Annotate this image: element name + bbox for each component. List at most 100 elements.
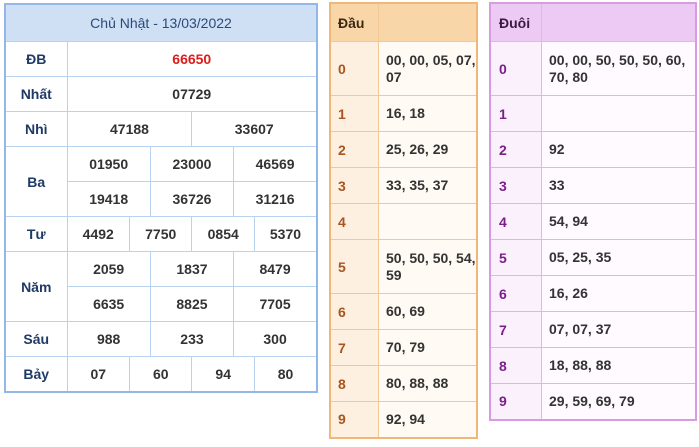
- duoi-row: 2 92: [489, 131, 697, 168]
- duoi-value: 92: [541, 131, 697, 168]
- dau-row: 6 60, 69: [329, 293, 478, 330]
- duoi-value: [541, 95, 697, 132]
- duoi-row: 3 33: [489, 167, 697, 204]
- duoi-value: 05, 25, 35: [541, 239, 697, 276]
- dau-table: Đầu 0 00, 00, 05, 07, 07 1 16, 18 2 25, 26,…: [329, 2, 478, 439]
- duoi-value: 16, 26: [541, 275, 697, 312]
- dau-value: 25, 26, 29: [378, 131, 478, 168]
- duoi-key: 9: [489, 383, 542, 420]
- prize-row-nhat: Nhất 07729: [4, 76, 318, 112]
- duoi-row: 9 29, 59, 69, 79: [489, 383, 697, 420]
- prize-value: 8825: [149, 286, 235, 322]
- duoi-key: 6: [489, 275, 542, 312]
- prize-value: 7750: [128, 216, 193, 252]
- prize-value: 300: [233, 321, 318, 357]
- prize-label: Bảy: [4, 356, 68, 392]
- duoi-row: 4 54, 94: [489, 203, 697, 240]
- prize-value: 36726: [149, 181, 235, 217]
- dau-key: 0: [329, 41, 379, 96]
- prize-value: 33607: [191, 111, 318, 147]
- dau-key: 5: [329, 239, 379, 294]
- prize-row-nhi: Nhì 47188 33607: [4, 111, 318, 147]
- dau-row: 1 16, 18: [329, 95, 478, 132]
- duoi-key: 4: [489, 203, 542, 240]
- dau-row: 0 00, 00, 05, 07, 07: [329, 41, 478, 96]
- duoi-row: 6 16, 26: [489, 275, 697, 312]
- prize-value: 66650: [66, 41, 318, 77]
- dau-row: 9 92, 94: [329, 401, 478, 438]
- duoi-value: 18, 88, 88: [541, 347, 697, 384]
- dau-value: 16, 18: [378, 95, 478, 132]
- prize-value: 07: [66, 356, 130, 392]
- dau-key: 2: [329, 131, 379, 168]
- prize-value: 988: [66, 321, 151, 357]
- prize-value: 47188: [66, 111, 193, 147]
- prize-value: 60: [128, 356, 193, 392]
- duoi-title-spacer: [541, 2, 697, 42]
- dau-key: 8: [329, 365, 379, 402]
- prize-row-sau: Sáu 988 233 300: [4, 321, 318, 357]
- prize-row-db: ĐB 66650: [4, 41, 318, 77]
- dau-row: 5 50, 50, 50, 54, 59: [329, 239, 478, 294]
- prize-value: 6635: [66, 286, 151, 322]
- dau-value: 70, 79: [378, 329, 478, 366]
- duoi-key: 5: [489, 239, 542, 276]
- prize-label: Nhất: [4, 76, 68, 112]
- dau-key: 7: [329, 329, 379, 366]
- duoi-row: 8 18, 88, 88: [489, 347, 697, 384]
- dau-value: 60, 69: [378, 293, 478, 330]
- duoi-row: 0 00, 00, 50, 50, 50, 60, 70, 80: [489, 41, 697, 96]
- prize-value: 7705: [233, 286, 318, 322]
- prize-label: Ba: [4, 146, 68, 217]
- duoi-table: Đuôi 0 00, 00, 50, 50, 50, 60, 70, 80 1 2…: [489, 2, 697, 421]
- prize-label: ĐB: [4, 41, 68, 77]
- dau-row: 8 80, 88, 88: [329, 365, 478, 402]
- dau-value: 00, 00, 05, 07, 07: [378, 41, 478, 96]
- prize-value: 0854: [191, 216, 255, 252]
- duoi-value: 29, 59, 69, 79: [541, 383, 697, 420]
- prize-value: 31216: [233, 181, 318, 217]
- prize-row-nam: Năm 2059 1837 8479: [4, 251, 318, 322]
- prize-value: 8479: [233, 251, 318, 287]
- prize-value: 07729: [66, 76, 318, 112]
- prize-label: Sáu: [4, 321, 68, 357]
- dau-key: 9: [329, 401, 379, 438]
- duoi-key: 7: [489, 311, 542, 348]
- dau-key: 1: [329, 95, 379, 132]
- duoi-row: 5 05, 25, 35: [489, 239, 697, 276]
- prize-value: 2059: [66, 251, 151, 287]
- prize-value: 19418: [66, 181, 151, 217]
- duoi-value: 07, 07, 37: [541, 311, 697, 348]
- dau-title-spacer: [378, 2, 478, 42]
- prize-value: 01950: [66, 146, 151, 182]
- dau-value: 50, 50, 50, 54, 59: [378, 239, 478, 294]
- duoi-key: 8: [489, 347, 542, 384]
- duoi-value: 33: [541, 167, 697, 204]
- dau-value: 33, 35, 37: [378, 167, 478, 204]
- dau-row: 2 25, 26, 29: [329, 131, 478, 168]
- dau-row: 7 70, 79: [329, 329, 478, 366]
- prize-row-bay: Bảy 07 60 94 80: [4, 356, 318, 392]
- duoi-title: Đuôi: [489, 2, 542, 42]
- dau-key: 3: [329, 167, 379, 204]
- duoi-value: 00, 00, 50, 50, 50, 60, 70, 80: [541, 41, 697, 96]
- results-date-title: Chủ Nhật - 13/03/2022: [4, 3, 318, 42]
- prize-value: 233: [149, 321, 235, 357]
- duoi-key: 1: [489, 95, 542, 132]
- dau-value: [378, 203, 478, 240]
- duoi-row: 1: [489, 95, 697, 132]
- dau-value: 92, 94: [378, 401, 478, 438]
- prize-row-ba: Ba 01950 23000 46569: [4, 146, 318, 217]
- dau-title: Đầu: [329, 2, 379, 42]
- prize-value: 5370: [253, 216, 318, 252]
- dau-row: 3 33, 35, 37: [329, 167, 478, 204]
- prize-label: Tư: [4, 216, 68, 252]
- prize-value: 80: [253, 356, 318, 392]
- dau-row: 4: [329, 203, 478, 240]
- prize-label: Năm: [4, 251, 68, 322]
- dau-key: 4: [329, 203, 379, 240]
- duoi-value: 54, 94: [541, 203, 697, 240]
- lottery-results-table: Chủ Nhật - 13/03/2022 ĐB 66650 Nhất 0772…: [4, 3, 318, 393]
- prize-value: 94: [191, 356, 255, 392]
- prize-row-tu: Tư 4492 7750 0854 5370: [4, 216, 318, 252]
